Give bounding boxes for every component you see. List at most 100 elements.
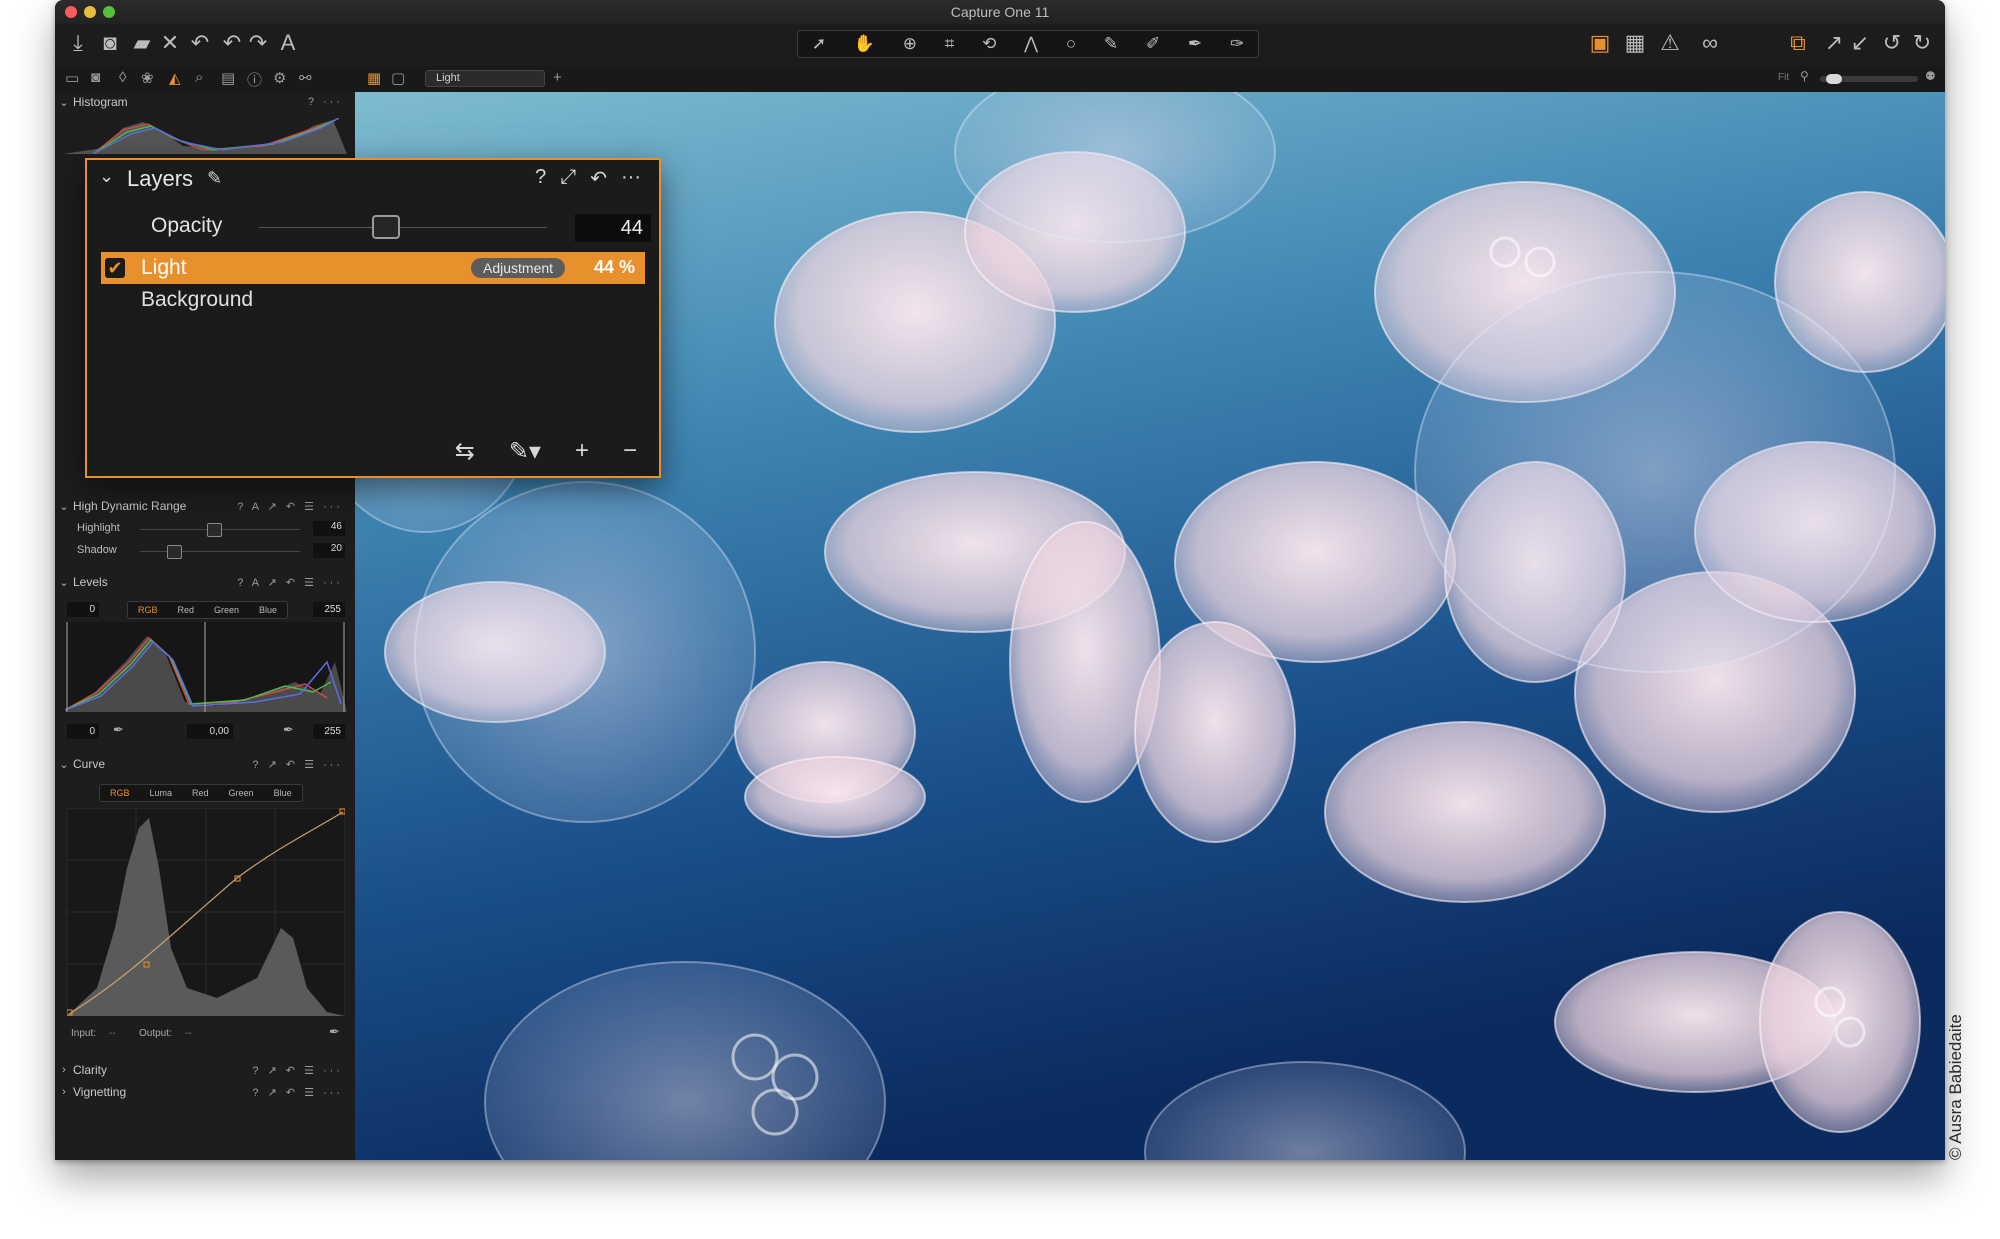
zoom-icon[interactable]: ⊕: [903, 34, 917, 54]
edit-icon[interactable]: ▣: [1585, 28, 1615, 58]
layer-settings-icon[interactable]: ⇆: [455, 437, 475, 466]
keystone-icon[interactable]: ⋀: [1024, 34, 1038, 54]
highlight-value[interactable]: 46: [313, 521, 345, 536]
tool-header-icons[interactable]: ? ↗ ↶ ☰ ···: [252, 1086, 343, 1099]
add-layer-icon[interactable]: +: [575, 437, 589, 466]
expand-icon[interactable]: ⤢: [560, 166, 576, 191]
details-tab-icon[interactable]: ⌕: [195, 69, 203, 86]
hdr-header[interactable]: ⌄ High Dynamic Range ? A ↗ ↶ ☰ ···: [55, 496, 355, 516]
shadow-slider[interactable]: Shadow 20: [55, 542, 355, 560]
curve-channel-blue[interactable]: Blue: [264, 785, 302, 801]
picker-icon[interactable]: ✒: [1188, 34, 1202, 54]
brush-icon[interactable]: ✎: [1104, 34, 1118, 54]
levels-channel-blue[interactable]: Blue: [249, 602, 287, 618]
opacity-slider-track[interactable]: [259, 227, 547, 228]
layers-header[interactable]: ⌄ Layers ✎ ? ⤢ ↶ ···: [87, 160, 659, 196]
add-icon[interactable]: +: [553, 69, 562, 86]
zoom-window-button[interactable]: [103, 6, 115, 18]
collapse-icon[interactable]: ↙: [1845, 28, 1875, 58]
settings-tab-icon[interactable]: ⚙: [273, 69, 286, 87]
histogram-header[interactable]: ⌄ Histogram ? ···: [55, 92, 355, 112]
help-icon[interactable]: ?: [535, 166, 546, 191]
opacity-slider-knob[interactable]: [371, 215, 400, 239]
brush-menu-icon[interactable]: ✎▾: [509, 437, 541, 466]
lens-tab-icon[interactable]: ◊: [119, 69, 126, 86]
curve-channel-rgb[interactable]: RGB: [100, 785, 140, 801]
white-picker-icon[interactable]: ✒: [283, 722, 294, 738]
folder-icon[interactable]: ▰: [127, 28, 157, 58]
shadow-value[interactable]: 20: [313, 543, 345, 558]
vignetting-header[interactable]: › Vignetting ? ↗ ↶ ☰ ···: [55, 1082, 355, 1102]
brush-icon[interactable]: ✎: [207, 168, 222, 189]
crop-icon[interactable]: ⌗: [945, 34, 955, 54]
hand-icon[interactable]: ✋: [854, 34, 875, 54]
curve-channel-luma[interactable]: Luma: [140, 785, 183, 801]
reset-icon[interactable]: ↶: [590, 166, 607, 191]
grid-icon[interactable]: ▦: [1620, 28, 1650, 58]
black-picker-icon[interactable]: ✒: [113, 722, 124, 738]
tool-header-icons[interactable]: ? ···: [308, 96, 343, 108]
stack-icon[interactable]: ⧉: [1783, 28, 1813, 58]
pointer-icon[interactable]: ➚: [812, 34, 826, 54]
rotate-left-icon[interactable]: ↺: [1877, 28, 1907, 58]
opacity-value[interactable]: 44: [575, 214, 651, 242]
shadow-knob[interactable]: [167, 545, 182, 559]
levels-channel-tabs[interactable]: RGB Red Green Blue: [127, 601, 289, 619]
layer-row-light[interactable]: ✔ Light Adjustment 44 %: [101, 252, 645, 284]
highlight-knob[interactable]: [207, 523, 222, 537]
glasses-icon[interactable]: ∞: [1695, 28, 1725, 58]
curve-graph[interactable]: [67, 808, 345, 1016]
curve-header[interactable]: ⌄ Curve ? ↗ ↶ ☰ ···: [55, 754, 355, 774]
exposure-tab-icon[interactable]: ◭: [169, 69, 181, 87]
levels-input-low[interactable]: 0: [67, 602, 99, 617]
metadata-tab-icon[interactable]: ▤: [221, 69, 235, 87]
clarity-header[interactable]: › Clarity ? ↗ ↶ ☰ ···: [55, 1060, 355, 1080]
single-view-icon[interactable]: ▢: [391, 69, 405, 87]
curve-channel-green[interactable]: Green: [219, 785, 264, 801]
levels-header[interactable]: ⌄ Levels ? A ↗ ↶ ☰ ···: [55, 572, 355, 592]
remove-layer-icon[interactable]: −: [623, 437, 637, 466]
levels-output-low[interactable]: 0: [67, 724, 99, 739]
grid-view-icon[interactable]: ▦: [367, 69, 381, 87]
curve-channel-tabs[interactable]: RGB Luma Red Green Blue: [99, 784, 303, 802]
tool-header-icons[interactable]: ? ↗ ↶ ☰ ···: [252, 758, 343, 771]
camera-icon[interactable]: ◙: [95, 28, 125, 58]
layer-visible-checkbox[interactable]: ✔: [105, 258, 125, 278]
shadow-track[interactable]: [140, 551, 300, 552]
curve-picker-icon[interactable]: ✒: [329, 1024, 340, 1040]
levels-midpoint[interactable]: 0,00: [187, 724, 233, 739]
more-icon[interactable]: ···: [621, 166, 641, 191]
levels-channel-green[interactable]: Green: [204, 602, 249, 618]
close-window-button[interactable]: [65, 6, 77, 18]
styles-tab-icon[interactable]: ⚯: [299, 69, 312, 87]
capture-tab-icon[interactable]: ◙: [91, 69, 100, 86]
levels-input-high[interactable]: 255: [313, 602, 345, 617]
chevron-down-icon[interactable]: ⌄: [99, 166, 114, 187]
levels-output-high[interactable]: 255: [313, 724, 345, 739]
rotate-icon[interactable]: ⟲: [982, 34, 996, 54]
import-icon[interactable]: ⤓: [63, 28, 93, 58]
tool-header-icons[interactable]: ? A ↗ ↶ ☰ ···: [237, 576, 343, 589]
library-tab-icon[interactable]: ▭: [65, 69, 79, 87]
color-tab-icon[interactable]: ❀: [141, 69, 154, 87]
curve-channel-red[interactable]: Red: [182, 785, 219, 801]
zoom-slider-knob[interactable]: [1826, 74, 1842, 84]
text-icon[interactable]: A: [273, 28, 303, 58]
info-tab-icon[interactable]: ⓘ: [247, 69, 262, 90]
wand-icon[interactable]: ✑: [1230, 34, 1244, 54]
levels-channel-rgb[interactable]: RGB: [128, 602, 168, 618]
tool-header-icons[interactable]: ? A ↗ ↶ ☰ ···: [237, 500, 343, 513]
spot-icon[interactable]: ○: [1066, 34, 1076, 54]
close-icon[interactable]: ✕: [155, 28, 185, 58]
layer-row-background[interactable]: Background: [101, 284, 645, 316]
levels-channel-red[interactable]: Red: [168, 602, 205, 618]
highlight-slider[interactable]: Highlight 46: [55, 520, 355, 538]
eraser-icon[interactable]: ✐: [1146, 34, 1160, 54]
warning-icon[interactable]: ⚠: [1655, 28, 1685, 58]
undo-icon[interactable]: ↶: [185, 28, 215, 58]
variant-select[interactable]: Light: [425, 70, 545, 87]
minimize-window-button[interactable]: [84, 6, 96, 18]
rotate-right-icon[interactable]: ↻: [1907, 28, 1937, 58]
tool-header-icons[interactable]: ? ↗ ↶ ☰ ···: [252, 1064, 343, 1077]
redo-icon[interactable]: ↷: [243, 28, 273, 58]
